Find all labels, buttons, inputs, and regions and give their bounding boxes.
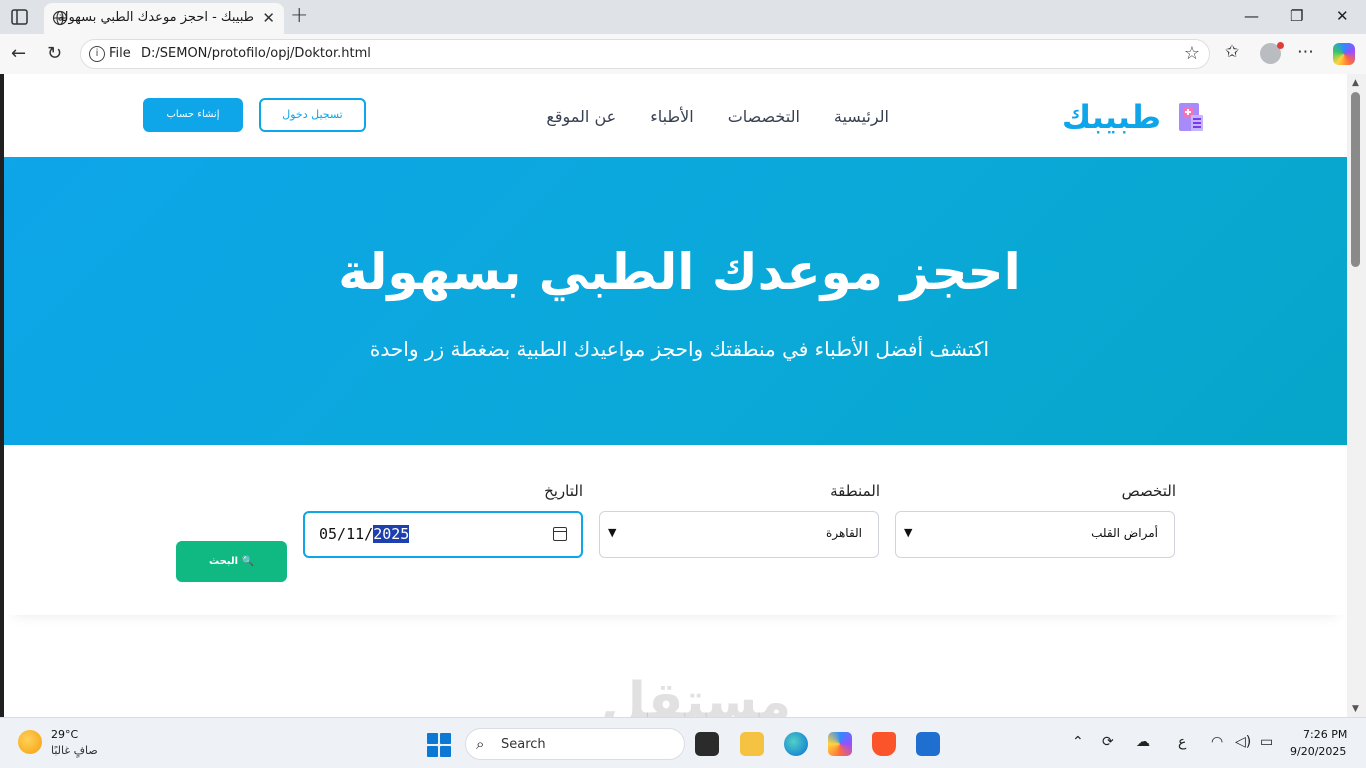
page-viewport: طبيبك الرئيسية التخصصات الأطباء عن الموق…	[4, 74, 1347, 717]
nav-home[interactable]: الرئيسية	[834, 107, 889, 126]
search-panel: التخصص أمراض القلب ▼ المنطقة القاهرة ▼ ا…	[4, 445, 1347, 615]
site-logo[interactable]: طبيبك	[1062, 98, 1205, 136]
minimize-button[interactable]: —	[1244, 7, 1259, 25]
weather-temperature[interactable]: 29°C	[51, 728, 78, 741]
login-button[interactable]: تسجيل دخول	[259, 98, 366, 132]
scroll-up-icon[interactable]: ▲	[1352, 78, 1359, 88]
sync-icon[interactable]: ⟳	[1102, 734, 1114, 750]
file-explorer-icon[interactable]	[740, 732, 764, 756]
address-bar-row: ← ↻ i File D:/SEMON/protofilo/opj/Doktor…	[0, 34, 1366, 74]
url-text[interactable]: D:/SEMON/protofilo/opj/Doktor.html	[141, 46, 371, 61]
region-label: المنطقة	[830, 482, 880, 500]
region-value: القاهرة	[826, 526, 862, 540]
site-header: طبيبك الرئيسية التخصصات الأطباء عن الموق…	[4, 74, 1347, 157]
refresh-icon[interactable]: ↻	[47, 43, 62, 64]
chevron-down-icon: ▼	[608, 526, 617, 539]
clock-time[interactable]: 7:26 PM	[1303, 728, 1347, 741]
address-field[interactable]: i File D:/SEMON/protofilo/opj/Doktor.htm…	[80, 39, 1210, 69]
chevron-up-icon[interactable]: ⌃	[1072, 734, 1084, 750]
browser-tab[interactable]: طبيبك - احجز موعدك الطبي بسهولة ✕	[44, 3, 284, 34]
store-app-icon[interactable]	[916, 732, 940, 756]
page-scrollbar[interactable]: ▲ ▼	[1347, 74, 1366, 717]
favorite-star-icon[interactable]: ☆	[1184, 43, 1200, 64]
tab-title: طبيبك - احجز موعدك الطبي بسهولة	[57, 10, 254, 25]
specialty-select[interactable]: أمراض القلب ▼	[895, 511, 1175, 558]
scroll-thumb[interactable]	[1351, 92, 1360, 267]
clock-date[interactable]: 9/20/2025	[1290, 745, 1346, 758]
taskbar-search[interactable]: ⌕ Search	[465, 728, 685, 760]
logo-text: طبيبك	[1061, 98, 1161, 136]
new-tab-button[interactable]: +	[290, 3, 308, 28]
calendar-icon[interactable]	[553, 527, 567, 541]
close-icon[interactable]: ✕	[262, 9, 275, 27]
date-label: التاريخ	[544, 482, 583, 500]
specialty-value: أمراض القلب	[1091, 526, 1158, 540]
back-arrow-icon[interactable]: ←	[11, 43, 26, 64]
watermark-logo: مستقل	[601, 672, 792, 717]
favorites-icon[interactable]: ✩	[1225, 42, 1239, 62]
browser-tab-bar: طبيبك - احجز موعدك الطبي بسهولة ✕ + — ❐ …	[0, 0, 1366, 34]
search-icon: ⌕	[476, 735, 485, 753]
volume-icon[interactable]: ◁)	[1235, 734, 1251, 750]
cloud-off-icon[interactable]: ☁	[1136, 734, 1150, 750]
restore-button[interactable]: ❐	[1290, 7, 1303, 25]
url-scheme: File	[109, 46, 131, 61]
taskbar: 29°C صافٍ غالبًا ⌕ Search ⌃ ⟳ ☁ ع ◠ ◁) ▭…	[0, 717, 1366, 768]
notification-dot	[1277, 42, 1284, 49]
date-year-selected: 2025	[373, 525, 410, 543]
copilot-icon[interactable]	[1333, 43, 1355, 65]
more-menu-icon[interactable]: ⋯	[1297, 42, 1314, 62]
date-input[interactable]: 05/11/2025	[303, 511, 583, 558]
hero-title: احجز موعدك الطبي بسهولة	[338, 243, 1021, 301]
weather-icon[interactable]	[18, 730, 42, 754]
close-window-button[interactable]: ✕	[1336, 7, 1349, 25]
search-button[interactable]: 🔍 البحث	[176, 541, 287, 582]
nav-about[interactable]: عن الموقع	[546, 107, 616, 126]
chevron-down-icon: ▼	[904, 526, 913, 539]
edge-browser-icon[interactable]	[784, 732, 808, 756]
taskbar-search-text: Search	[501, 737, 546, 752]
scroll-down-icon[interactable]: ▼	[1352, 704, 1359, 714]
date-value: 05/11/2025	[319, 525, 410, 543]
hospital-icon	[1177, 101, 1205, 133]
weather-description[interactable]: صافٍ غالبًا	[51, 744, 98, 757]
nav-specialties[interactable]: التخصصات	[728, 107, 800, 126]
date-day-month: 05/11/	[319, 525, 374, 543]
specialty-label: التخصص	[1121, 482, 1176, 500]
language-indicator[interactable]: ع	[1178, 734, 1186, 750]
main-nav: الرئيسية التخصصات الأطباء عن الموقع	[546, 107, 889, 126]
battery-icon[interactable]: ▭	[1260, 734, 1273, 750]
info-icon[interactable]: i	[89, 46, 105, 62]
tab-actions-icon[interactable]	[9, 7, 31, 27]
hero-banner: احجز موعدك الطبي بسهولة اكتشف أفضل الأطب…	[4, 157, 1347, 445]
wifi-icon[interactable]: ◠	[1211, 734, 1223, 750]
nav-doctors[interactable]: الأطباء	[650, 107, 694, 126]
region-select[interactable]: القاهرة ▼	[599, 511, 879, 558]
brave-browser-icon[interactable]	[872, 732, 896, 756]
windows-start-icon[interactable]	[427, 733, 451, 757]
terminal-app-icon[interactable]	[695, 732, 719, 756]
copilot-app-icon[interactable]	[828, 732, 852, 756]
hero-subtitle: اكتشف أفضل الأطباء في منطقتك واحجز مواعي…	[369, 337, 990, 361]
register-button[interactable]: إنشاء حساب	[143, 98, 243, 132]
